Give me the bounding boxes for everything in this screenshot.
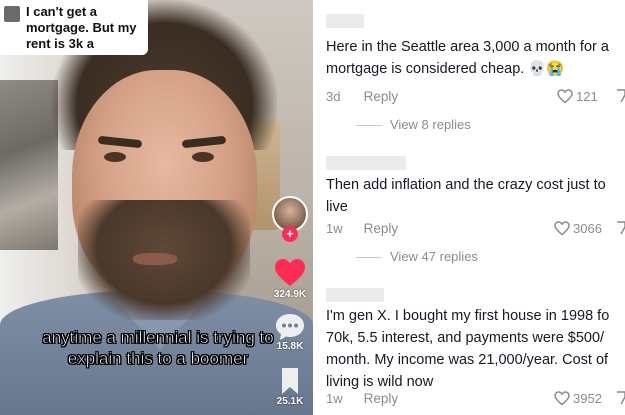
reply-button[interactable]: Reply — [364, 391, 399, 406]
redacted-username — [326, 156, 406, 170]
replies-divider-line — [356, 125, 382, 127]
comments-panel: Here in the Seattle area 3,000 a month f… — [318, 0, 625, 415]
save-count: 25.1K — [276, 396, 304, 407]
view-replies-link[interactable]: View 47 replies — [356, 249, 478, 264]
video-player[interactable]: I can't get a mortgage. But my rent is 3… — [0, 0, 313, 415]
comment-time: 1w — [326, 221, 343, 236]
reply-button[interactable]: Reply — [364, 89, 399, 104]
comment-time: 3d — [326, 89, 341, 104]
comment-like-count: 3952 — [573, 391, 602, 406]
redacted-username — [326, 14, 364, 28]
heart-outline-icon[interactable] — [554, 221, 570, 236]
reply-button[interactable]: Reply — [364, 221, 399, 236]
like-count: 324.9K — [273, 289, 307, 300]
comment-bubble-icon[interactable] — [274, 312, 306, 342]
dislike-icon[interactable] — [615, 221, 625, 236]
background-painting — [0, 80, 58, 250]
comment-like-count: 3066 — [573, 221, 602, 236]
bookmark-icon[interactable] — [274, 366, 306, 396]
comment-like-count: 121 — [576, 89, 598, 104]
heart-icon[interactable] — [274, 258, 306, 288]
dislike-icon[interactable] — [615, 89, 625, 104]
replies-divider-line — [356, 257, 382, 259]
comment-meta: 1w Reply — [326, 391, 398, 406]
comment-meta: 1w Reply — [326, 221, 398, 236]
heart-outline-icon[interactable] — [554, 391, 570, 406]
left-eye — [104, 152, 126, 162]
heart-outline-icon[interactable] — [557, 89, 573, 104]
comment-meta: 3d Reply — [326, 89, 398, 104]
comment-count: 15.8K — [276, 341, 304, 352]
comment-text: Then add inflation and the crazy cost ju… — [326, 177, 606, 215]
comment-text: Here in the Seattle area 3,000 a month f… — [326, 39, 609, 77]
video-caption: anytime a millennial is trying to explai… — [42, 328, 274, 369]
comment-text: I'm gen X. I bought my first house in 19… — [326, 308, 610, 390]
comment-time: 1w — [326, 391, 343, 406]
follow-plus-icon[interactable]: + — [282, 226, 298, 242]
view-replies-link[interactable]: View 8 replies — [356, 117, 471, 132]
view-replies-label: View 8 replies — [390, 117, 471, 132]
view-replies-label: View 47 replies — [390, 249, 478, 264]
sticker-avatar — [4, 6, 20, 22]
right-eye — [192, 152, 214, 162]
reply-comment-sticker: I can't get a mortgage. But my rent is 3… — [0, 0, 148, 55]
redacted-username — [326, 288, 384, 302]
person-mouth — [133, 253, 177, 265]
sticker-text: I can't get a mortgage. But my rent is 3… — [26, 4, 137, 51]
dislike-icon[interactable] — [615, 391, 625, 406]
